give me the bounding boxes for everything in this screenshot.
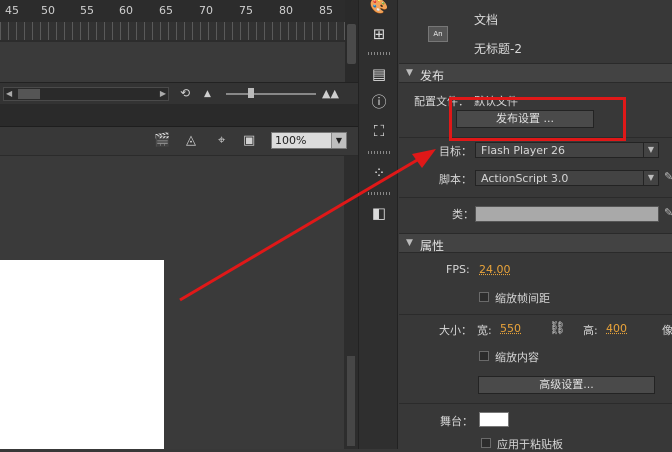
annotation-arrow bbox=[179, 149, 436, 302]
